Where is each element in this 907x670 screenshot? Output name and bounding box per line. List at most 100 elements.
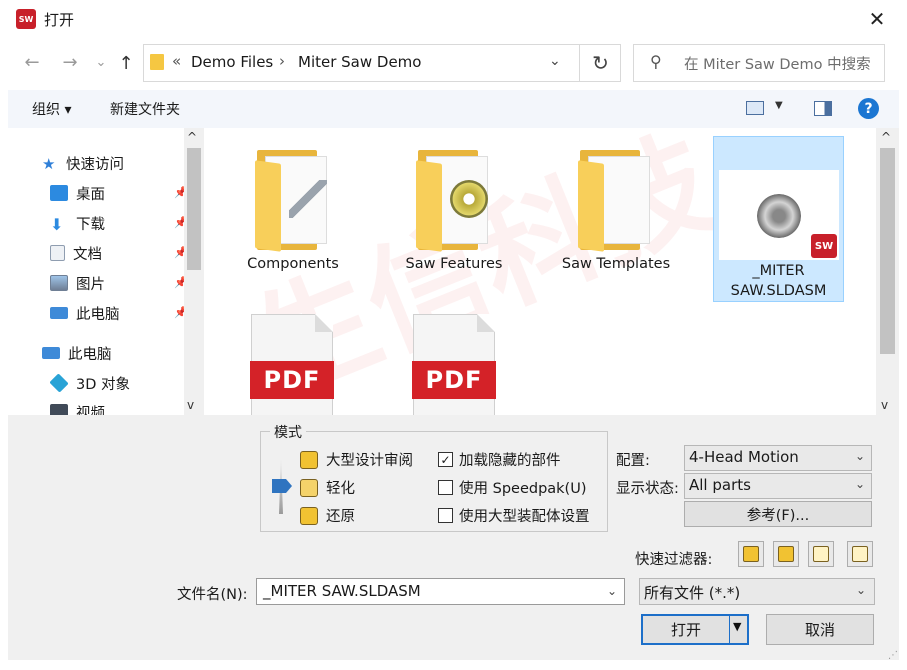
filter-drawings-button[interactable] <box>808 541 834 567</box>
folder-item-saw-features[interactable]: Saw Features <box>389 150 519 274</box>
resolved-icon <box>300 506 318 525</box>
solidworks-badge-icon: SW <box>811 234 837 258</box>
breadcrumb-overflow[interactable]: « <box>172 52 181 70</box>
computer-icon <box>42 347 60 359</box>
sidebar-item-this-pc-pinned[interactable]: 此电脑 <box>50 301 120 325</box>
assembly-filter-icon <box>778 546 794 562</box>
folder-icon <box>150 54 164 70</box>
mode-option-lightweight[interactable]: 轻化 <box>300 477 355 498</box>
display-state-value: All parts <box>689 476 751 494</box>
resize-grip-icon[interactable]: ⋰ <box>888 650 898 661</box>
configuration-label: 配置: <box>616 453 650 469</box>
up-arrow-icon[interactable]: ↑ <box>114 51 138 75</box>
chevron-down-icon: ⌄ <box>855 583 866 597</box>
filter-top-level-button[interactable] <box>847 541 873 567</box>
sidebar-item-label: 下载 <box>76 216 105 233</box>
folder-icon <box>578 150 654 252</box>
help-icon[interactable]: ? <box>858 98 879 119</box>
sidebar-item-pictures[interactable]: 图片 <box>50 271 105 295</box>
navigation-pane: ★ 快速访问 桌面 ⬇ 下载 文档 图片 此电脑 此电脑 3D 对象 视频 📌 … <box>8 128 204 415</box>
nav-scrollbar-thumb[interactable] <box>187 148 201 270</box>
filename-dropdown-icon[interactable]: ⌄ <box>607 584 617 598</box>
drawing-filter-icon <box>813 546 829 562</box>
sidebar-item-videos[interactable]: 视频 <box>50 400 105 415</box>
sidebar-item-desktop[interactable]: 桌面 <box>50 181 105 205</box>
lightweight-icon <box>300 478 318 497</box>
file-list-scrollbar-thumb[interactable] <box>880 148 895 354</box>
scroll-up-icon[interactable]: ^ <box>187 130 197 144</box>
desktop-icon <box>50 185 68 201</box>
organize-menu-button[interactable]: 组织 ▾ <box>32 99 71 119</box>
sidebar-item-label: 桌面 <box>76 186 105 203</box>
cancel-button[interactable]: 取消 <box>766 614 874 645</box>
file-item-pdf-2[interactable]: PDF <box>389 314 519 418</box>
large-design-review-icon <box>300 450 318 469</box>
search-placeholder: 在 Miter Saw Demo 中搜索 <box>684 57 871 73</box>
sidebar-item-downloads[interactable]: ⬇ 下载 <box>50 211 105 235</box>
folder-icon <box>255 150 331 252</box>
sidebar-item-label: 图片 <box>76 276 105 293</box>
display-state-select[interactable]: All parts ⌄ <box>684 473 872 499</box>
top-level-filter-icon <box>852 546 868 562</box>
window-title: 打开 <box>44 11 75 29</box>
file-item-pdf-1[interactable]: PDF <box>227 314 357 418</box>
star-icon: ★ <box>42 155 56 173</box>
mode-option-resolved[interactable]: 还原 <box>300 505 355 526</box>
breadcrumb-demo-files[interactable]: Demo Files <box>191 53 273 71</box>
checkbox-box[interactable]: ✓ <box>438 452 453 467</box>
filename-input[interactable]: _MITER SAW.SLDASM <box>256 578 625 605</box>
sidebar-item-this-pc[interactable]: 此电脑 <box>42 341 112 365</box>
use-large-assembly-settings-checkbox[interactable]: 使用大型装配体设置 <box>438 505 590 526</box>
file-label: Saw Features <box>405 256 503 272</box>
references-button[interactable]: 参考(F)... <box>684 501 872 527</box>
sidebar-item-documents[interactable]: 文档 <box>50 241 102 265</box>
view-options-dropdown-icon[interactable]: ▼ <box>775 100 783 111</box>
configuration-select[interactable]: 4-Head Motion ⌄ <box>684 445 872 471</box>
sidebar-item-label: 此电脑 <box>68 346 112 363</box>
scroll-down-icon[interactable]: v <box>187 398 194 412</box>
sidebar-item-3d-objects[interactable]: 3D 对象 <box>49 371 130 395</box>
sidebar-item-quick-access[interactable]: ★ 快速访问 <box>42 151 124 175</box>
display-state-label: 显示状态: <box>616 481 679 497</box>
download-icon: ⬇ <box>50 215 64 234</box>
address-dropdown-icon[interactable]: ⌄ <box>549 53 561 69</box>
file-item-miter-saw-assembly[interactable]: SW _MITER SAW.SLDASM <box>713 136 844 302</box>
recent-locations-chevron-icon[interactable]: ⌄ <box>89 50 113 74</box>
cube-icon <box>49 373 69 393</box>
change-view-icon[interactable] <box>746 101 764 115</box>
close-button[interactable]: ✕ <box>862 4 892 34</box>
load-hidden-components-checkbox[interactable]: ✓ 加载隐藏的部件 <box>438 449 561 470</box>
scroll-down-icon[interactable]: v <box>881 398 888 412</box>
breadcrumb-separator-icon[interactable]: › <box>279 52 285 70</box>
solidworks-app-icon: SW <box>16 9 36 29</box>
filter-assemblies-button[interactable] <box>773 541 799 567</box>
open-options-dropdown-icon[interactable]: ▼ <box>733 620 741 633</box>
mode-option-label: 轻化 <box>326 481 355 497</box>
forward-arrow-icon[interactable]: → <box>58 50 82 74</box>
checkbox-box[interactable] <box>438 508 453 523</box>
file-type-select[interactable]: 所有文件 (*.*) ⌄ <box>639 578 875 605</box>
document-icon <box>50 245 65 261</box>
file-label: Components <box>247 256 339 272</box>
folder-item-saw-templates[interactable]: Saw Templates <box>551 150 681 274</box>
use-speedpak-checkbox[interactable]: 使用 Speedpak(U) <box>438 477 586 498</box>
configuration-value: 4-Head Motion <box>689 448 799 466</box>
search-icon: ⚲ <box>650 52 662 71</box>
mode-option-label: 大型设计审阅 <box>326 453 413 469</box>
part-filter-icon <box>743 546 759 562</box>
pdf-label: PDF <box>412 361 496 399</box>
refresh-button[interactable]: ↻ <box>579 44 621 82</box>
sidebar-item-label: 视频 <box>76 405 105 416</box>
filter-parts-button[interactable] <box>738 541 764 567</box>
sidebar-item-label: 3D 对象 <box>76 376 130 393</box>
chevron-down-icon: ⌄ <box>854 477 865 491</box>
scroll-up-icon[interactable]: ^ <box>881 130 891 144</box>
back-arrow-icon[interactable]: ← <box>20 50 44 74</box>
preview-pane-icon[interactable] <box>814 101 832 116</box>
breadcrumb-miter-saw-demo[interactable]: Miter Saw Demo <box>298 53 421 71</box>
folder-item-components[interactable]: Components <box>228 150 358 274</box>
new-folder-button[interactable]: 新建文件夹 <box>110 99 180 119</box>
mode-option-large-design-review[interactable]: 大型设计审阅 <box>300 449 413 470</box>
video-icon <box>50 404 68 415</box>
checkbox-box[interactable] <box>438 480 453 495</box>
